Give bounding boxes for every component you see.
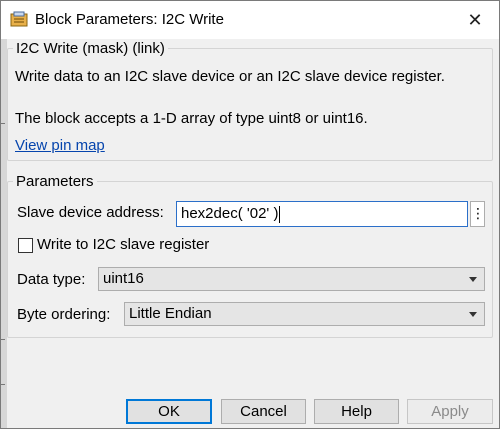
byte-ordering-select[interactable]: Little Endian (124, 302, 485, 326)
parameters-header: Parameters (13, 173, 97, 190)
byte-ordering-label: Byte ordering: (17, 306, 111, 323)
strip-mark (1, 384, 5, 385)
text-caret (279, 205, 281, 223)
write-register-label[interactable]: Write to I2C slave register (37, 236, 209, 253)
close-icon: ✕ (467, 10, 483, 30)
close-button[interactable]: ✕ (457, 5, 493, 35)
mask-description-line2: The block accepts a 1-D array of type ui… (15, 110, 368, 127)
strip-mark (1, 339, 5, 340)
slave-address-value: hex2dec( '02' ) (181, 205, 279, 222)
cancel-button[interactable]: Cancel (221, 399, 306, 424)
byte-ordering-value: Little Endian (129, 305, 212, 322)
kebab-menu-button[interactable]: ⋮ (470, 201, 485, 227)
chevron-down-icon (469, 312, 477, 317)
window-title: Block Parameters: I2C Write (35, 11, 224, 28)
data-type-value: uint16 (103, 270, 144, 287)
mask-header: I2C Write (mask) (link) (13, 40, 168, 57)
block-parameters-dialog: Block Parameters: I2C Write ✕ I2C Write … (0, 0, 500, 429)
data-type-select[interactable]: uint16 (98, 267, 485, 291)
title-bar[interactable]: Block Parameters: I2C Write ✕ (1, 1, 499, 39)
chevron-down-icon (469, 277, 477, 282)
view-pin-map-link[interactable]: View pin map (15, 137, 105, 154)
strip-mark (1, 123, 5, 124)
apply-button[interactable]: Apply (407, 399, 493, 424)
help-button[interactable]: Help (314, 399, 399, 424)
write-register-checkbox[interactable] (18, 238, 33, 253)
slave-address-label: Slave device address: (17, 204, 164, 221)
mask-description-line1: Write data to an I2C slave device or an … (15, 68, 445, 85)
slave-address-input[interactable]: hex2dec( '02' ) (176, 201, 468, 227)
more-options-icon: ⋮ (471, 205, 485, 221)
ok-button[interactable]: OK (126, 399, 212, 424)
data-type-label: Data type: (17, 271, 86, 288)
block-icon (10, 11, 28, 27)
